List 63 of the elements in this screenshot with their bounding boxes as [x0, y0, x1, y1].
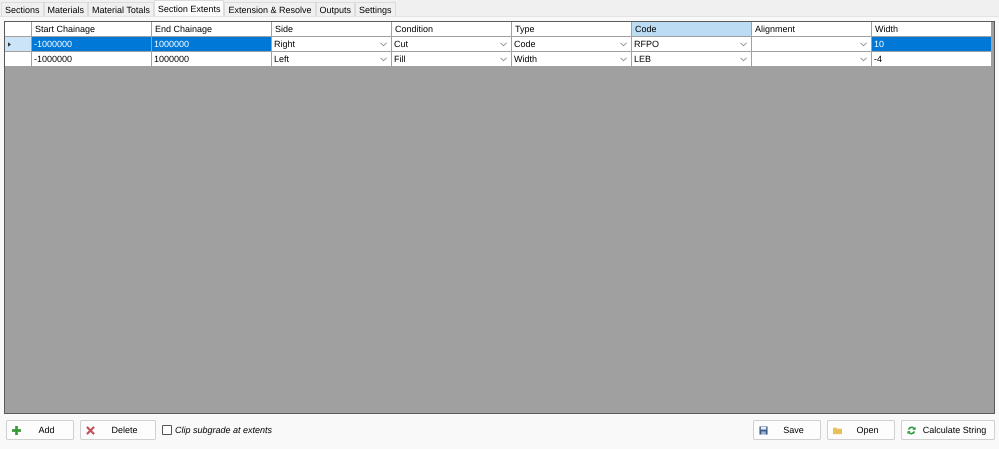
cell-value: Width: [514, 54, 538, 64]
dropdown-caret-icon: [860, 56, 867, 62]
refresh-icon: [907, 426, 916, 434]
action-button[interactable]: Delete: [80, 420, 156, 440]
column-header[interactable]: Side: [272, 22, 392, 37]
dropdown-cell[interactable]: Fill: [392, 52, 512, 67]
dropdown-caret-icon: [740, 56, 747, 62]
dropdown-cell[interactable]: Width: [512, 52, 632, 67]
table-cell: -4: [872, 52, 992, 67]
table-cell: 10: [872, 37, 992, 52]
column-header[interactable]: Condition: [392, 22, 512, 37]
plus-icon: [12, 426, 21, 434]
tab[interactable]: Settings: [355, 2, 396, 16]
current-row-icon: [8, 42, 11, 46]
table-cell: 1000000: [152, 52, 272, 67]
dropdown-caret-icon: [500, 42, 507, 46]
tab[interactable]: Section Extents: [154, 0, 224, 16]
column-header[interactable]: Alignment: [752, 22, 872, 37]
dropdown-cell[interactable]: LEB: [632, 52, 752, 67]
action-button[interactable]: Add: [6, 420, 74, 440]
action-button[interactable]: Open: [827, 420, 895, 440]
dropdown-cell[interactable]: [752, 37, 872, 52]
cell-value: Right: [274, 39, 296, 49]
dropdown-caret-icon: [740, 42, 747, 46]
cell-value: LEB: [634, 54, 652, 64]
tab[interactable]: Materials: [44, 2, 88, 16]
dropdown-caret-icon: [620, 42, 627, 46]
cell-value: Fill: [394, 54, 406, 64]
action-button[interactable]: Save: [753, 420, 821, 440]
action-button[interactable]: Calculate String: [901, 420, 995, 440]
dropdown-caret-icon: [500, 56, 507, 62]
row-header[interactable]: [5, 37, 32, 52]
dropdown-cell[interactable]: Cut: [392, 37, 512, 52]
cell-value: Code: [514, 39, 537, 49]
table-cell: 1000000: [152, 37, 272, 52]
dropdown-caret-icon: [380, 42, 387, 46]
column-header[interactable]: Start Chainage: [32, 22, 152, 37]
cell-value: Left: [274, 54, 290, 64]
cell-value: Cut: [394, 39, 410, 49]
tab[interactable]: Extension & Resolve: [224, 2, 316, 16]
folder-icon: [833, 426, 842, 434]
dropdown-cell[interactable]: [752, 52, 872, 67]
table-cell: -1000000: [32, 52, 152, 67]
dropdown-cell[interactable]: Left: [272, 52, 392, 67]
table-cell: -1000000: [32, 37, 152, 52]
dropdown-cell[interactable]: Right: [272, 37, 392, 52]
dropdown-caret-icon: [860, 42, 867, 46]
dropdown-cell[interactable]: RFPO: [632, 37, 752, 52]
row-header[interactable]: [5, 52, 32, 67]
dropdown-caret-icon: [620, 56, 627, 62]
delete-icon: [86, 426, 95, 434]
dropdown-caret-icon: [380, 56, 387, 62]
dropdown-cell[interactable]: Code: [512, 37, 632, 52]
tab[interactable]: Sections: [1, 2, 44, 16]
column-header[interactable]: End Chainage: [152, 22, 272, 37]
column-header[interactable]: Code: [632, 22, 752, 37]
clip-checkbox[interactable]: Clip subgrade at extents: [162, 425, 272, 435]
tab[interactable]: Outputs: [316, 2, 356, 16]
tab[interactable]: Material Totals: [88, 2, 154, 16]
column-header[interactable]: Type: [512, 22, 632, 37]
cell-value: RFPO: [634, 39, 660, 49]
column-header[interactable]: Width: [872, 22, 992, 37]
save-icon: [759, 426, 768, 434]
